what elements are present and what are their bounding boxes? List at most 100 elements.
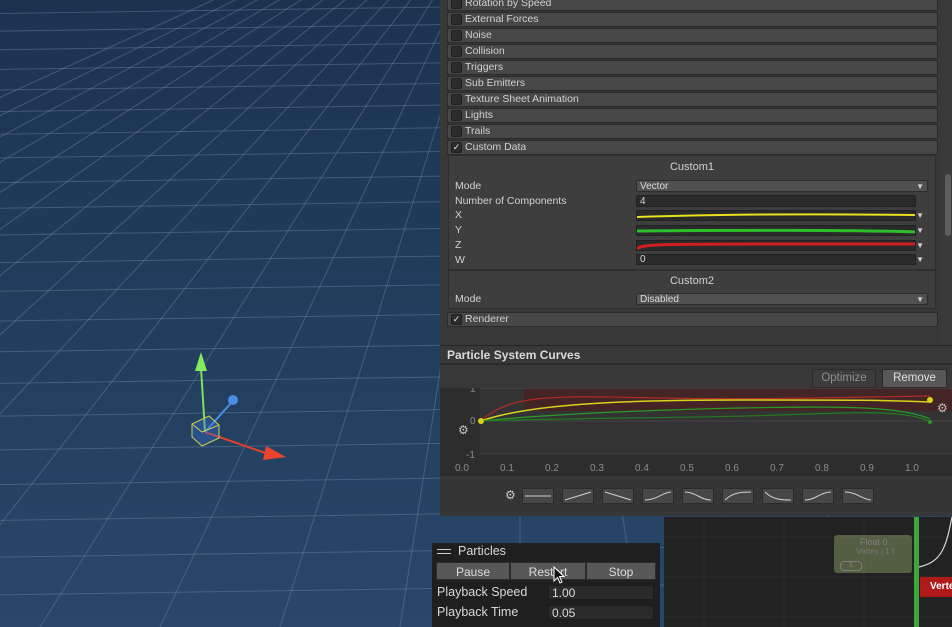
node-title: Float 0: [860, 537, 888, 547]
module-sub-emitters[interactable]: Sub Emitters: [447, 76, 938, 91]
playback-speed-label: Playback Speed: [437, 585, 528, 599]
custom2-mode-value: Disabled: [640, 294, 679, 305]
y-curve-dropdown-icon[interactable]: ▼: [916, 225, 924, 236]
curve-graph[interactable]: 1 0 -1 ⚙ ⚙ 0.0 0.1 0.2 0.3 0.4 0.5 0.6 0.7 0.8 0.…: [440, 388, 952, 476]
module-label: Rotation by Speed: [465, 0, 552, 9]
module-checkbox[interactable]: [451, 94, 462, 105]
module-label: Sub Emitters: [465, 77, 526, 89]
custom2-mode-dropdown[interactable]: Disabled ▼: [636, 293, 928, 305]
inspector-panel: Rotation by Speed External Forces Noise Col…: [440, 0, 952, 345]
x-tick-label: 0.7: [770, 463, 784, 474]
x-curve-label: X: [455, 209, 463, 221]
curve-preset-button[interactable]: [722, 488, 754, 504]
inspector-scrollbar[interactable]: [942, 0, 952, 345]
gear-icon[interactable]: ⚙: [937, 401, 948, 415]
particle-system-curves-panel: Particle System Curves Optimize Remove 1…: [440, 345, 952, 516]
x-tick-label: 0.8: [815, 463, 829, 474]
drag-handle-icon[interactable]: [437, 547, 451, 554]
inspector-scrollbar-thumb[interactable]: [945, 174, 951, 236]
components-field[interactable]: 4: [636, 195, 916, 207]
curve-preset-button[interactable]: [562, 488, 594, 504]
curve-preset-button[interactable]: [522, 488, 554, 504]
z-curve-dropdown-icon[interactable]: ▼: [916, 240, 924, 251]
curve-preset-button[interactable]: [842, 488, 874, 504]
x-tick-label: 0.9: [860, 463, 874, 474]
z-curve-preview: [637, 242, 915, 250]
panel-divider[interactable]: [440, 363, 952, 365]
module-collision[interactable]: Collision: [447, 44, 938, 59]
x-tick-label: 0.6: [725, 463, 739, 474]
renderer-checkbox[interactable]: ✓: [451, 314, 462, 325]
curve-key[interactable]: [928, 420, 932, 424]
module-texture-sheet-animation[interactable]: Texture Sheet Animation: [447, 92, 938, 107]
module-checkbox[interactable]: ✓: [451, 142, 462, 153]
module-custom-data[interactable]: ✓ Custom Data: [447, 140, 938, 155]
x-curve-field[interactable]: ▼: [636, 210, 928, 222]
x-curve-preview: [637, 213, 915, 218]
custom1-mode-value: Vector: [640, 181, 669, 192]
module-checkbox[interactable]: [451, 78, 462, 89]
node-port[interactable]: 1: [840, 561, 862, 571]
curve-preset-button[interactable]: [802, 488, 834, 504]
module-checkbox[interactable]: [451, 46, 462, 57]
y-curve-preview: [637, 228, 915, 234]
module-checkbox[interactable]: [451, 126, 462, 137]
module-label: Triggers: [465, 61, 504, 73]
curve-preset-button[interactable]: [682, 488, 714, 504]
x-tick-label: 0.2: [545, 463, 559, 474]
module-label: Collision: [465, 45, 505, 57]
w-field[interactable]: 0: [636, 254, 916, 265]
curve-key[interactable]: [478, 418, 484, 424]
module-checkbox[interactable]: [451, 62, 462, 73]
module-checkbox[interactable]: [451, 30, 462, 41]
playback-time-field[interactable]: 0.05: [548, 605, 654, 620]
components-label: Number of Components: [455, 195, 567, 207]
z-axis-handle[interactable]: [228, 395, 238, 405]
module-label: External Forces: [465, 13, 539, 25]
custom2-section: Custom2 Mode Disabled ▼: [448, 270, 936, 309]
restart-button[interactable]: Restart: [510, 562, 586, 580]
playback-speed-field[interactable]: 1.00: [548, 585, 654, 600]
w-dropdown-icon[interactable]: ▼: [916, 254, 924, 265]
gear-icon[interactable]: ⚙: [505, 488, 516, 502]
mouse-cursor-icon: [553, 566, 565, 584]
remove-button[interactable]: Remove: [882, 369, 947, 388]
curve-preset-button[interactable]: [602, 488, 634, 504]
module-checkbox[interactable]: [451, 14, 462, 25]
x-tick-label: 0.1: [500, 463, 514, 474]
y-curve-field[interactable]: ▼: [636, 225, 928, 237]
module-external-forces[interactable]: External Forces: [447, 12, 938, 27]
x-tick-label: 1.0: [905, 463, 919, 474]
custom2-title: Custom2: [669, 275, 715, 287]
pause-button[interactable]: Pause: [436, 562, 510, 580]
stop-button[interactable]: Stop: [586, 562, 656, 580]
module-renderer[interactable]: ✓ Renderer: [447, 312, 938, 327]
w-field-row: 0 ▼: [636, 254, 928, 266]
module-checkbox[interactable]: [451, 110, 462, 121]
curve-preset-button[interactable]: [762, 488, 794, 504]
vertex-node[interactable]: Verte: [920, 577, 952, 597]
float-node[interactable]: Float 0 Vertex | 1 f 1: [834, 535, 912, 573]
z-curve-field[interactable]: ▼: [636, 240, 928, 252]
module-label: Custom Data: [465, 141, 527, 153]
module-checkbox[interactable]: [451, 0, 462, 9]
module-noise[interactable]: Noise: [447, 28, 938, 43]
curve-preset-button[interactable]: [642, 488, 674, 504]
shader-graph-area[interactable]: Float 0 Vertex | 1 f 1 Verte: [664, 517, 952, 627]
y-tick-0: 0: [470, 416, 476, 427]
curve-key[interactable]: [927, 397, 933, 403]
x-curve-dropdown-icon[interactable]: ▼: [916, 210, 924, 221]
module-lights[interactable]: Lights: [447, 108, 938, 123]
z-curve-label: Z: [455, 239, 462, 251]
custom2-mode-label: Mode: [455, 293, 482, 305]
playback-time-label: Playback Time: [437, 605, 519, 619]
module-trails[interactable]: Trails: [447, 124, 938, 139]
optimize-button[interactable]: Optimize: [812, 369, 876, 388]
particles-title: Particles: [458, 544, 506, 558]
module-triggers[interactable]: Triggers: [447, 60, 938, 75]
custom1-mode-dropdown[interactable]: Vector ▼: [636, 180, 928, 192]
module-rotation-by-speed[interactable]: Rotation by Speed: [447, 0, 938, 11]
vertex-label: Verte: [930, 581, 952, 592]
gear-icon[interactable]: ⚙: [458, 423, 469, 437]
w-label: W: [455, 254, 465, 266]
